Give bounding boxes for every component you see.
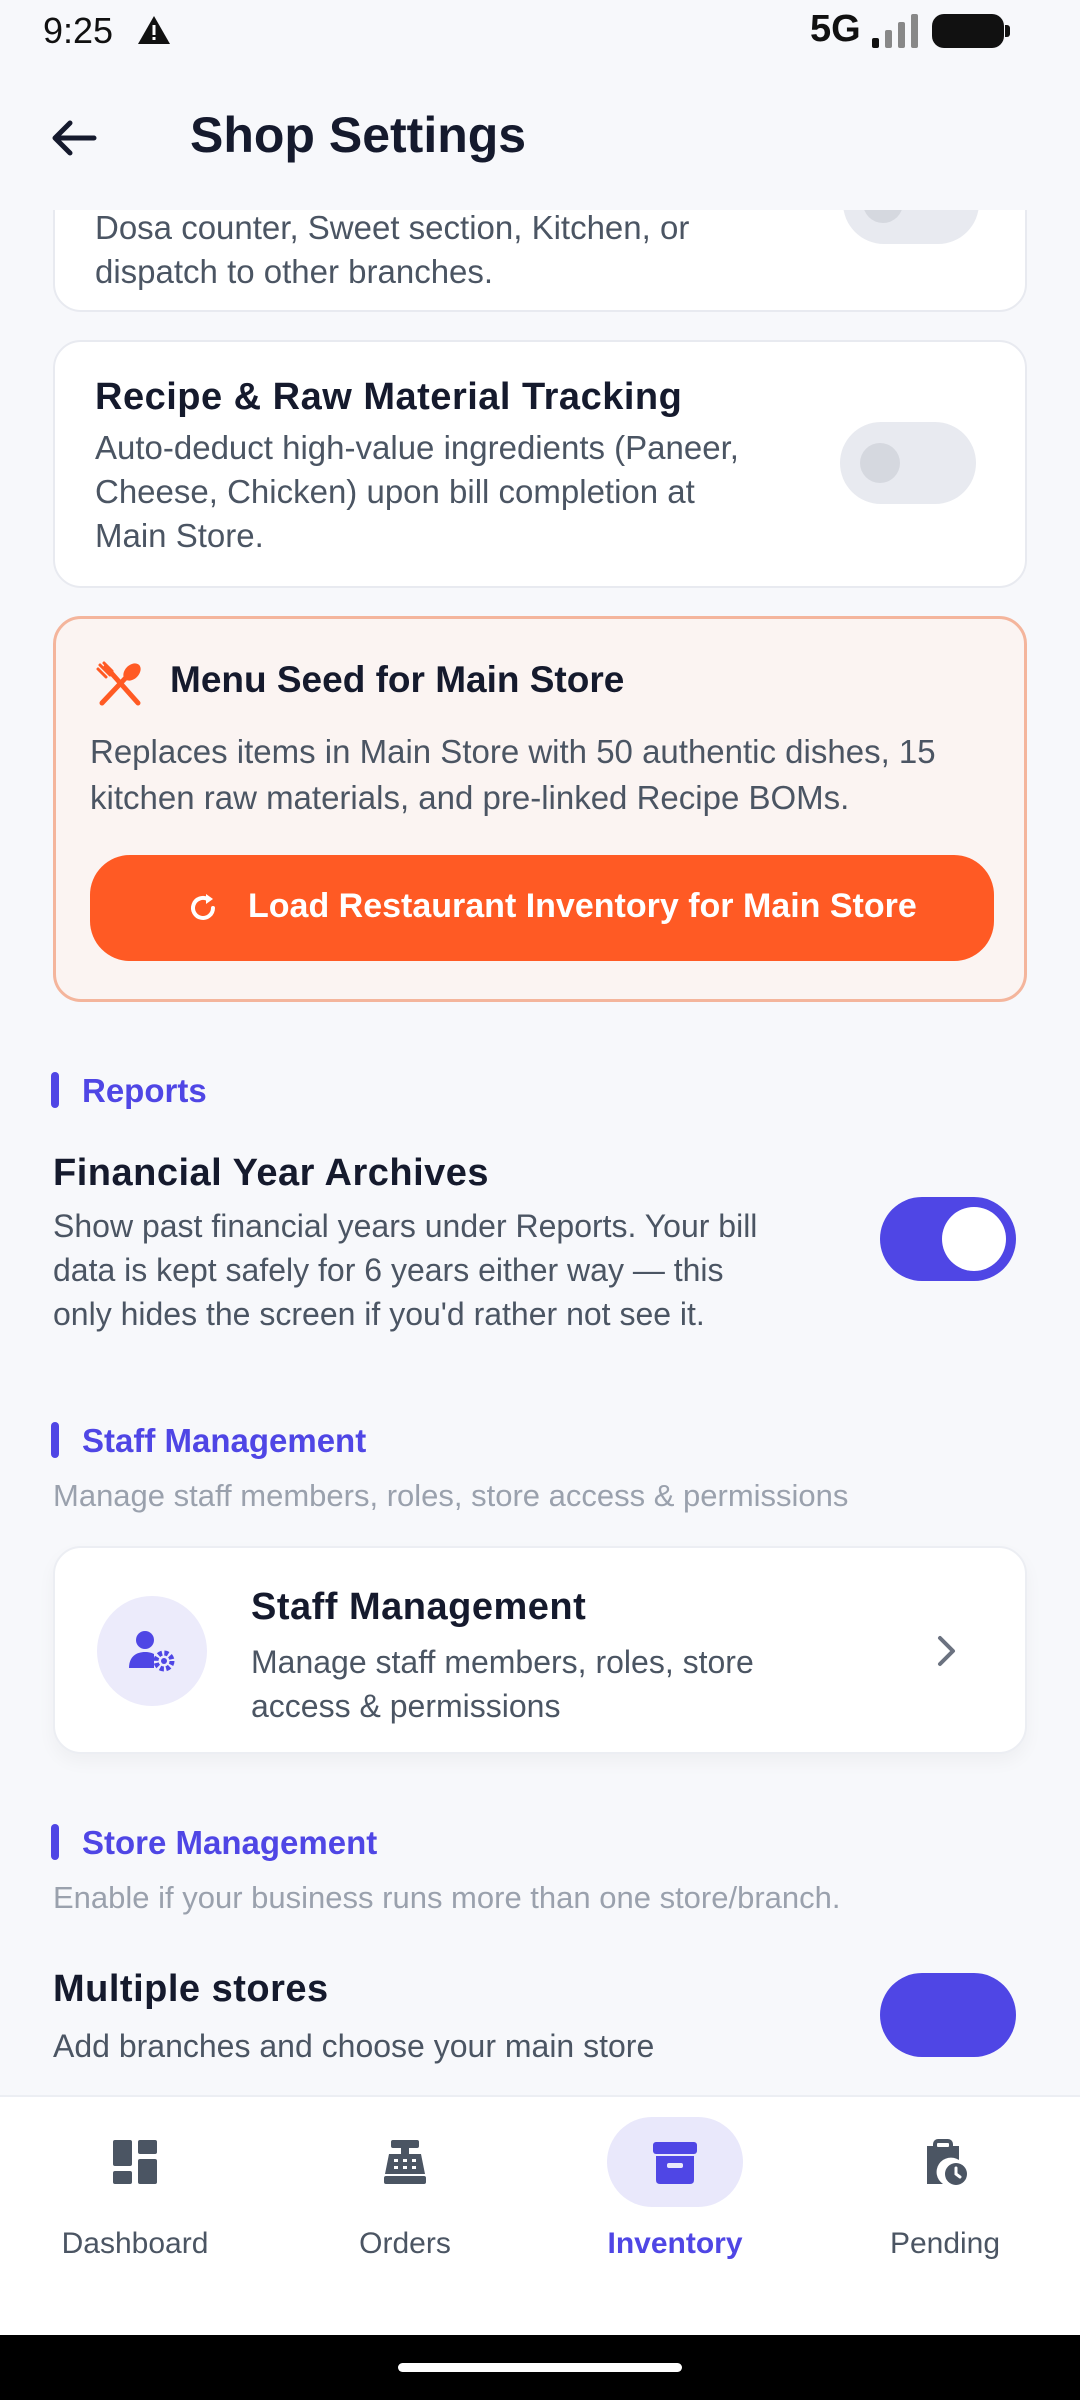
kitchen-card-description-2: dispatch to other branches.: [95, 253, 494, 290]
nav-item-inventory[interactable]: Inventory: [540, 2117, 810, 2277]
recipe-card-description-2: Cheese, Chicken) upon bill completion at: [95, 473, 695, 510]
clipboard-clock-icon: [877, 2117, 1013, 2207]
staff-management-card[interactable]: Staff Management Manage staff members, r…: [53, 1546, 1027, 1754]
multiple-stores-description: Add branches and choose your main store: [53, 2028, 655, 2064]
signal-icon: [872, 14, 918, 48]
settings-scroll-area[interactable]: Dosa counter, Sweet section, Kitchen, or…: [0, 210, 1080, 2095]
cash-register-icon: [337, 2117, 473, 2207]
recipe-tracking-toggle[interactable]: [840, 422, 976, 504]
staff-card-description-1: Manage staff members, roles, store: [251, 1644, 754, 1680]
load-inventory-button[interactable]: Load Restaurant Inventory for Main Store: [90, 855, 994, 961]
menu-seed-title: Menu Seed for Main Store: [170, 659, 625, 700]
staff-card-title: Staff Management: [251, 1586, 587, 1628]
nav-label-inventory: Inventory: [607, 2227, 743, 2260]
staff-section-bar: [51, 1422, 59, 1458]
archive-box-icon: [607, 2117, 743, 2207]
dashboard-icon: [67, 2117, 203, 2207]
home-indicator[interactable]: [398, 2363, 682, 2372]
nav-item-orders[interactable]: Orders: [270, 2117, 540, 2277]
recipe-tracking-card: Recipe & Raw Material Tracking Auto-dedu…: [53, 340, 1027, 588]
fy-archives-description-3: only hides the screen if you'd rather no…: [53, 1296, 705, 1332]
reports-section-title: Reports: [82, 1072, 207, 1109]
load-inventory-label: Load Restaurant Inventory for Main Store: [248, 887, 917, 925]
kitchen-card-description-1: Dosa counter, Sweet section, Kitchen, or: [95, 210, 690, 246]
store-section-title: Store Management: [82, 1824, 378, 1861]
app-header: Shop Settings: [0, 64, 1080, 210]
status-time: 9:25: [43, 10, 114, 51]
recipe-card-description-1: Auto-deduct high-value ingredients (Pane…: [95, 429, 739, 466]
menu-seed-card: Menu Seed for Main Store Replaces items …: [53, 616, 1027, 1002]
store-section-subtitle: Enable if your business runs more than o…: [53, 1880, 841, 1915]
multiple-stores-title: Multiple stores: [53, 1968, 329, 2010]
page-title: Shop Settings: [190, 107, 527, 163]
nav-label-pending: Pending: [889, 2227, 1001, 2260]
chevron-right-icon: [938, 1636, 955, 1666]
menu-seed-description-1: Replaces items in Main Store with 50 aut…: [90, 733, 936, 770]
menu-seed-description-2: kitchen raw materials, and pre-linked Re…: [90, 779, 850, 816]
fy-archives-description-1: Show past financial years under Reports.…: [53, 1208, 758, 1244]
recipe-card-title: Recipe & Raw Material Tracking: [95, 376, 683, 418]
menu-seed-description: Replaces items in Main Store with 50 aut…: [90, 729, 990, 821]
user-gear-icon: [129, 1631, 175, 1672]
status-bar: 9:25 5G: [0, 0, 1080, 64]
battery-icon: [932, 14, 1010, 48]
utensils-icon: [96, 661, 141, 706]
nav-label-orders: Orders: [359, 2227, 451, 2260]
bottom-navigation: Dashboard Orders Inventory Pending: [0, 2095, 1080, 2335]
reports-section-bar: [51, 1072, 59, 1108]
multiple-stores-toggle[interactable]: [880, 1973, 1016, 2057]
fy-archives-toggle[interactable]: [880, 1197, 1016, 1281]
nav-label-dashboard: Dashboard: [61, 2227, 209, 2260]
fy-archives-title: Financial Year Archives: [53, 1152, 490, 1194]
staff-section-title: Staff Management: [82, 1422, 367, 1459]
staff-section-subtitle: Manage staff members, roles, store acces…: [53, 1478, 849, 1513]
recipe-card-description-3: Main Store.: [95, 517, 264, 554]
nav-item-dashboard[interactable]: Dashboard: [0, 2117, 270, 2277]
staff-avatar: [97, 1596, 207, 1706]
refresh-icon: [191, 894, 215, 920]
nav-item-pending[interactable]: Pending: [810, 2117, 1080, 2277]
warning-icon: [138, 16, 170, 44]
store-section-bar: [51, 1824, 59, 1860]
back-arrow-icon[interactable]: [48, 112, 100, 164]
network-type: 5G: [810, 8, 861, 50]
fy-archives-description-2: data is kept safely for 6 years either w…: [53, 1252, 724, 1288]
kitchen-sections-card: Dosa counter, Sweet section, Kitchen, or…: [53, 210, 1027, 312]
kitchen-sections-toggle[interactable]: [843, 210, 979, 244]
staff-card-description: Manage staff members, roles, store acces…: [251, 1640, 851, 1728]
staff-card-description-2: access & permissions: [251, 1688, 561, 1724]
system-navigation-bar: [0, 2335, 1080, 2400]
